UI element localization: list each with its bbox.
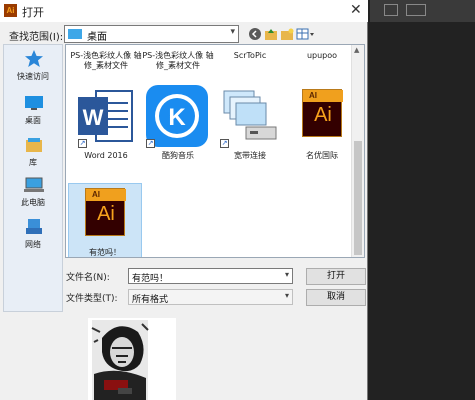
svg-text:K: K — [168, 104, 186, 131]
list-item-selected[interactable]: AI Ai 有范吗！ — [68, 183, 142, 257]
list-item[interactable]: K ↗ 酷狗音乐 — [142, 83, 214, 175]
look-in-label: 查找范围(I): — [9, 32, 64, 43]
up-folder-icon[interactable] — [264, 27, 278, 41]
library-icon — [26, 138, 42, 152]
place-label: 网络 — [25, 240, 41, 249]
dialog-title: 打开 — [22, 6, 44, 19]
list-item[interactable]: ScrToPic — [214, 45, 286, 60]
place-network[interactable]: 网络 — [4, 215, 62, 265]
place-quick-access[interactable]: 快速访问 — [4, 47, 62, 97]
file-label: 宽带连接 — [234, 151, 266, 160]
panel-icon[interactable] — [384, 4, 398, 16]
portrait-preview-image — [88, 318, 176, 400]
shortcut-arrow-icon: ↗ — [78, 139, 87, 148]
look-in-value: 桌面 — [87, 32, 107, 43]
list-item[interactable]: upupoo — [286, 45, 358, 60]
title-bar: Ai 打开 ✕ — [0, 0, 368, 22]
file-label: PS-浅色彩纹人像 轴修_素材文件 — [142, 51, 214, 70]
file-label: upupoo — [306, 51, 338, 60]
list-item[interactable]: AI Ai 名优国际 — [286, 83, 358, 175]
list-item[interactable]: ↗ 宽带连接 — [214, 83, 286, 175]
filetype-label: 文件类型(T): — [66, 294, 118, 304]
place-label: 此电脑 — [21, 198, 45, 207]
vertical-scrollbar[interactable]: ▲ — [351, 45, 364, 257]
illustrator-app-icon: Ai — [4, 4, 17, 17]
places-sidebar: 快速访问 桌面 库 此电脑 网络 — [3, 44, 63, 312]
background-app-toolbar — [370, 0, 475, 22]
svg-text:W: W — [83, 105, 104, 130]
computer-icon — [24, 177, 44, 192]
file-label: ScrToPic — [233, 51, 267, 60]
file-label: 酷狗音乐 — [162, 151, 194, 160]
cancel-button[interactable]: 取消 — [306, 289, 366, 306]
illustrator-file-icon: AI Ai — [302, 89, 343, 137]
file-label: 有范吗！ — [89, 248, 121, 257]
file-label: PS-浅色彩纹人像 轴修_素材文件 — [70, 51, 142, 70]
shortcut-arrow-icon: ↗ — [146, 139, 155, 148]
file-preview-thumbnail — [88, 318, 176, 400]
background-app-area — [368, 0, 475, 400]
new-folder-icon[interactable] — [280, 27, 294, 41]
place-label: 库 — [29, 158, 37, 167]
layout-icon[interactable] — [406, 4, 426, 16]
filename-value: 有范吗！ — [132, 274, 169, 284]
illustrator-file-icon: AI Ai — [85, 188, 126, 236]
list-item[interactable]: PS-浅色彩纹人像 轴修_素材文件 — [142, 45, 214, 70]
list-item[interactable]: W ↗ Word 2016 — [70, 83, 142, 175]
close-icon[interactable]: ✕ — [350, 2, 362, 18]
place-label: 快速访问 — [17, 72, 49, 81]
scroll-up-icon[interactable]: ▲ — [354, 46, 359, 54]
file-label: 名优国际 — [306, 151, 338, 160]
desktop-icon — [25, 96, 43, 110]
filename-input[interactable]: 有范吗！ ▾ — [128, 268, 293, 284]
star-icon — [25, 50, 43, 67]
filetype-select[interactable]: 所有格式 ▾ — [128, 289, 293, 305]
open-button[interactable]: 打开 — [306, 268, 366, 285]
chevron-down-icon: ▾ — [284, 291, 289, 300]
desktop-folder-icon — [68, 29, 82, 39]
look-in-dropdown[interactable]: 桌面 ▾ — [64, 25, 239, 43]
network-connection-icon — [223, 90, 277, 140]
filetype-value: 所有格式 — [132, 295, 169, 305]
word-icon: W — [78, 90, 133, 142]
network-icon — [26, 219, 42, 234]
list-item[interactable]: PS-浅色彩纹人像 轴修_素材文件 — [70, 45, 142, 70]
back-icon[interactable] — [248, 27, 262, 41]
chevron-down-icon: ▾ — [230, 27, 235, 37]
filename-label: 文件名(N): — [66, 273, 110, 283]
view-menu-icon[interactable] — [296, 27, 316, 41]
open-file-dialog: Ai 打开 ✕ 查找范围(I): 桌面 ▾ 快速访问 桌面 库 此电脑 网络 P… — [0, 0, 368, 400]
place-label: 桌面 — [25, 116, 41, 125]
chevron-down-icon[interactable]: ▾ — [285, 270, 289, 279]
scrollbar-thumb[interactable] — [354, 141, 362, 255]
shortcut-arrow-icon: ↗ — [220, 139, 229, 148]
file-list: PS-浅色彩纹人像 轴修_素材文件 PS-浅色彩纹人像 轴修_素材文件 ScrT… — [65, 44, 365, 258]
file-label: Word 2016 — [84, 151, 128, 160]
